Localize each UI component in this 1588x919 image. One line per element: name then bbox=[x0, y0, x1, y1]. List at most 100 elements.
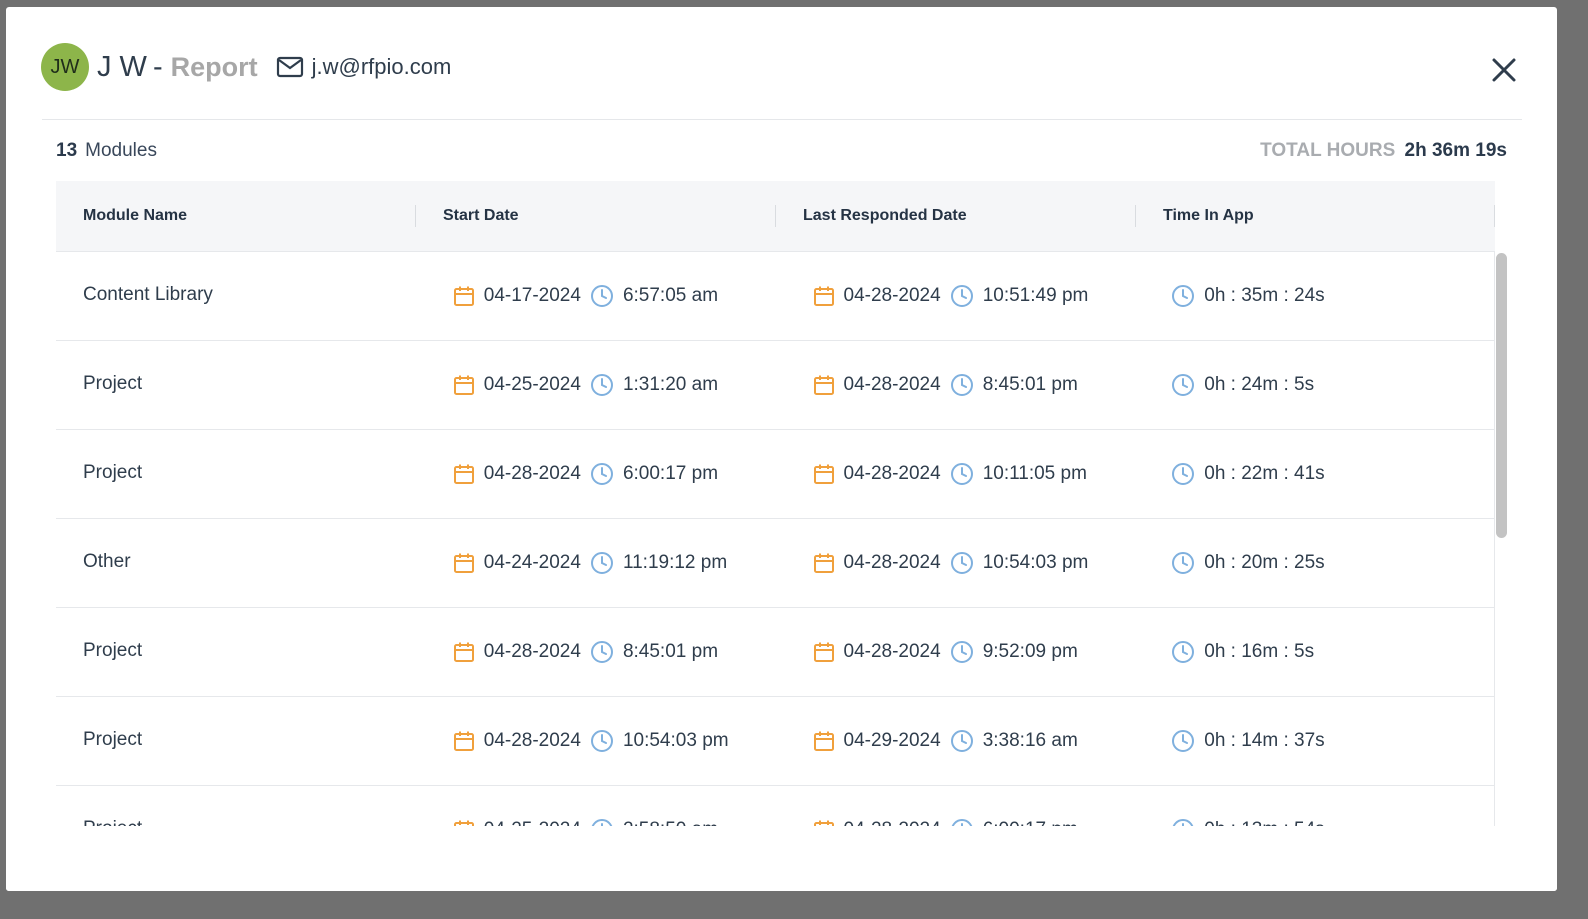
clock-icon bbox=[1173, 819, 1194, 826]
clock-icon bbox=[1172, 552, 1195, 574]
clock-icon bbox=[951, 819, 972, 826]
module-count-label: Modules bbox=[85, 140, 157, 161]
user-report-modal: JW J W - Report j.w@rfpio.com 13 Modules … bbox=[6, 7, 1557, 891]
start-date-cell: 04-25-2024 1:31:20 am bbox=[416, 341, 776, 429]
time-in-app-cell: 0h : 14m : 37s bbox=[1135, 697, 1494, 785]
close-button[interactable] bbox=[1491, 57, 1517, 83]
start-time: 6:57:05 am bbox=[622, 285, 719, 306]
column-header-start-date[interactable]: Start Date bbox=[416, 181, 776, 251]
calendar-icon bbox=[453, 286, 474, 306]
modules-table: Module Name Start Date Last Responded Da… bbox=[56, 181, 1508, 826]
last-responded-date: 04-28-2024 bbox=[843, 463, 941, 484]
module-count-value: 13 bbox=[56, 140, 78, 161]
time-in-app-cell: 0h : 22m : 41s bbox=[1135, 430, 1494, 518]
start-time: 11:19:12 pm bbox=[622, 552, 728, 573]
calendar-icon bbox=[813, 820, 834, 826]
time-in-app-cell: 0h : 20m : 25s bbox=[1135, 519, 1494, 607]
calendar-icon bbox=[453, 820, 474, 826]
clock-icon bbox=[950, 730, 973, 752]
column-header-module-name[interactable]: Module Name bbox=[56, 181, 416, 251]
time-in-app: 0h : 13m : 54s bbox=[1204, 819, 1324, 826]
start-date: 04-25-2024 bbox=[483, 374, 581, 395]
clock-icon bbox=[590, 552, 613, 574]
clock-icon bbox=[950, 641, 973, 663]
clock-icon bbox=[590, 285, 613, 307]
table-row[interactable]: Project 04-28-2024 10:54:03 pm 04-29-2024 3:… bbox=[56, 697, 1494, 786]
last-responded-cell: 04-28-2024 6:00:17 pm bbox=[776, 786, 1136, 826]
last-responded-date: 04-28-2024 bbox=[843, 374, 941, 395]
clock-icon bbox=[950, 285, 973, 307]
last-responded-date: 04-28-2024 bbox=[844, 819, 941, 826]
calendar-icon bbox=[813, 731, 834, 751]
start-date: 04-25-2024 bbox=[484, 819, 581, 826]
time-in-app: 0h : 16m : 5s bbox=[1204, 641, 1315, 662]
last-responded-cell: 04-28-2024 10:54:03 pm bbox=[776, 519, 1136, 607]
start-time: 2:58:50 am bbox=[623, 819, 718, 826]
total-hours-label: TOTAL HOURS bbox=[1260, 140, 1396, 161]
time-in-app-cell: 0h : 35m : 24s bbox=[1135, 252, 1494, 340]
calendar-icon bbox=[453, 553, 474, 573]
total-hours-value: 2h 36m 19s bbox=[1404, 140, 1507, 161]
calendar-icon bbox=[453, 464, 474, 484]
calendar-icon bbox=[813, 375, 834, 395]
clock-icon bbox=[950, 463, 973, 485]
start-date: 04-17-2024 bbox=[483, 285, 581, 306]
module-name-cell: Project bbox=[56, 608, 416, 696]
report-label: Report bbox=[170, 51, 258, 82]
module-name-cell: Other bbox=[56, 519, 416, 607]
start-time: 8:45:01 pm bbox=[622, 641, 719, 662]
email-text: j.w@rfpio.com bbox=[311, 54, 452, 79]
start-date: 04-28-2024 bbox=[483, 641, 581, 662]
clock-icon bbox=[590, 730, 613, 752]
start-date-cell: 04-25-2024 2:58:50 am bbox=[416, 786, 776, 826]
table-row[interactable]: Content Library 04-17-2024 6:57:05 am 04-28… bbox=[56, 252, 1494, 341]
time-in-app: 0h : 22m : 41s bbox=[1204, 463, 1325, 484]
module-name-cell: Project bbox=[56, 341, 416, 429]
last-responded-time: 3:38:16 am bbox=[982, 730, 1078, 751]
avatar: JW bbox=[41, 43, 89, 91]
module-name: Project bbox=[83, 461, 143, 483]
start-date: 04-24-2024 bbox=[483, 552, 581, 573]
clock-icon bbox=[950, 374, 973, 396]
clock-icon bbox=[1172, 463, 1195, 485]
close-icon bbox=[1492, 58, 1516, 82]
table-scrollbar-thumb[interactable] bbox=[1496, 253, 1507, 538]
last-responded-date: 04-28-2024 bbox=[843, 285, 941, 306]
table-row[interactable]: Other 04-24-2024 11:19:12 pm 04-28-2024 10:5… bbox=[56, 519, 1494, 608]
module-name-cell: Project bbox=[56, 430, 416, 518]
clock-icon bbox=[1172, 641, 1195, 663]
time-in-app-cell: 0h : 13m : 54s bbox=[1135, 786, 1494, 826]
calendar-icon bbox=[813, 553, 834, 573]
last-responded-cell: 04-28-2024 9:52:09 pm bbox=[776, 608, 1136, 696]
module-name: Project bbox=[83, 372, 143, 394]
start-date-cell: 04-28-2024 6:00:17 pm bbox=[416, 430, 776, 518]
last-responded-time: 10:11:05 pm bbox=[982, 463, 1087, 484]
start-date-cell: 04-28-2024 10:54:03 pm bbox=[416, 697, 776, 785]
calendar-icon bbox=[813, 286, 834, 306]
start-date: 04-28-2024 bbox=[483, 463, 581, 484]
column-header-last-responded-date[interactable]: Last Responded Date bbox=[776, 181, 1136, 251]
table-row[interactable]: Project 04-28-2024 6:00:17 pm 04-28-2024 10:… bbox=[56, 430, 1494, 519]
table-row[interactable]: Project 04-25-2024 1:31:20 am 04-28-2024 8:4… bbox=[56, 341, 1494, 430]
last-responded-cell: 04-29-2024 3:38:16 am bbox=[776, 697, 1136, 785]
table-row[interactable]: Project 04-25-2024 2:58:50 am 04-28-2024 6:0… bbox=[56, 786, 1494, 826]
start-date-cell: 04-24-2024 11:19:12 pm bbox=[416, 519, 776, 607]
last-responded-time: 6:00:17 pm bbox=[983, 819, 1078, 826]
time-in-app: 0h : 20m : 25s bbox=[1204, 552, 1325, 573]
last-responded-time: 10:54:03 pm bbox=[982, 552, 1089, 573]
clock-icon bbox=[1172, 285, 1195, 307]
user-name: J W bbox=[97, 50, 147, 83]
module-name: Other bbox=[83, 550, 131, 572]
last-responded-cell: 04-28-2024 10:11:05 pm bbox=[776, 430, 1136, 518]
module-name-cell: Project bbox=[56, 697, 416, 785]
start-date-cell: 04-17-2024 6:57:05 am bbox=[416, 252, 776, 340]
table-row[interactable]: Project 04-28-2024 8:45:01 pm 04-28-2024 9:5… bbox=[56, 608, 1494, 697]
time-in-app: 0h : 35m : 24s bbox=[1204, 285, 1325, 306]
clock-icon bbox=[950, 552, 973, 574]
start-time: 1:31:20 am bbox=[622, 374, 719, 395]
clock-icon bbox=[590, 641, 613, 663]
module-name: Project bbox=[83, 818, 142, 827]
column-header-time-in-app[interactable]: Time In App bbox=[1136, 181, 1495, 251]
start-time: 10:54:03 pm bbox=[622, 730, 729, 751]
modal-header: JW J W - Report j.w@rfpio.com bbox=[41, 42, 451, 92]
